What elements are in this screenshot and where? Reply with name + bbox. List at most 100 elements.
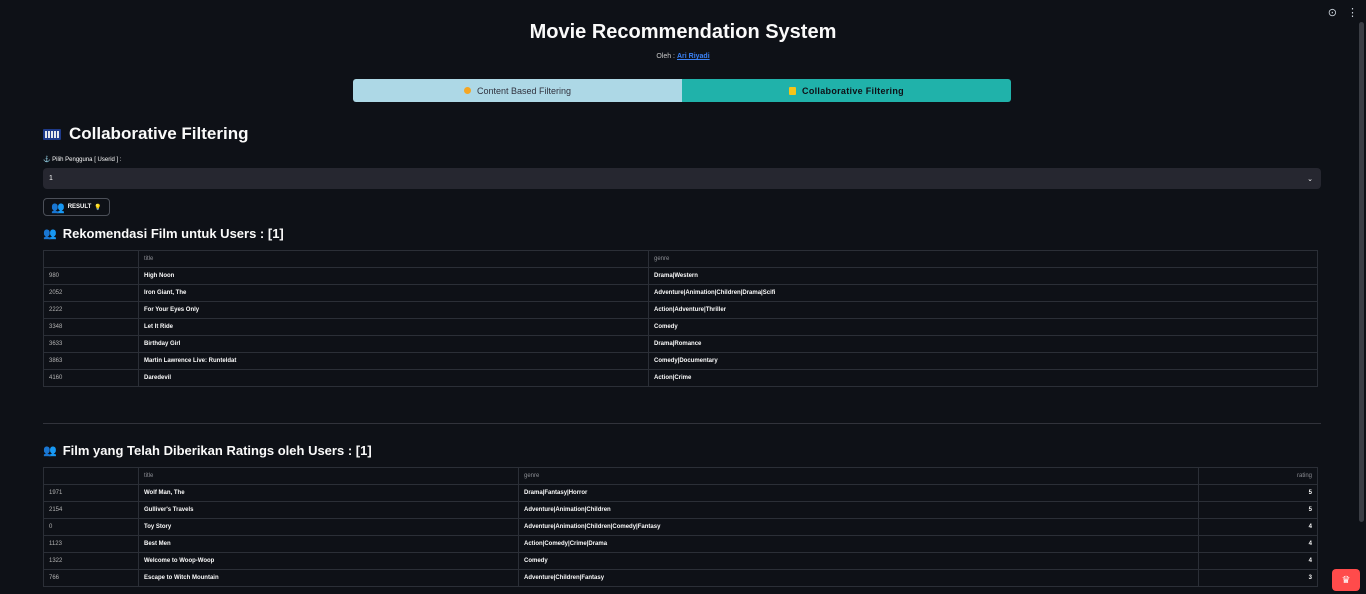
table-cell[interactable]: Wolf Man, The [138,484,519,502]
row-index[interactable]: 1322 [43,552,139,570]
column-header[interactable]: title [138,467,519,485]
table-cell[interactable]: Welcome to Woop-Woop [138,552,519,570]
author-link[interactable]: Ari Riyadi [677,53,710,60]
user-select-value: 1 [49,175,53,182]
row-index[interactable]: 0 [43,518,139,536]
select-label: ⚓ Pilih Pengguna [ Userid ] : [43,156,1321,163]
table-cell[interactable]: Drama|Western [648,267,1318,285]
row-index[interactable]: 766 [43,569,139,587]
table-row: 2154 Gulliver's Travels Adventure|Animatio… [43,501,1318,519]
table-cell[interactable]: Comedy|Documentary [648,352,1318,370]
tab-label: Content Based Filtering [476,85,572,96]
table-cell[interactable]: 5 [1198,484,1318,502]
select-label-text: Pilih Pengguna [ Userid ] : [52,157,122,163]
page-title: Movie Recommendation System [529,21,837,43]
menu-icon[interactable]: ⋮ [1347,6,1358,19]
users-icon: 👥 [43,228,57,240]
table-row: 1322 Welcome to Woop-Woop Comedy 4 [43,552,1318,570]
table-cell[interactable]: Action|Crime [648,369,1318,387]
table-cell[interactable]: Let It Ride [138,318,649,336]
rated-table: title genre rating 1971 Wolf Man, The Drama|… [43,467,1318,587]
table-cell[interactable]: 3 [1198,569,1318,587]
chevron-down-icon: ⌄ [1307,175,1313,183]
table-cell[interactable]: Comedy [518,552,1199,570]
table-cell[interactable]: Iron Giant, The [138,284,649,302]
table-row: 1123 Best Men Action|Comedy|Crime|Drama 4 [43,535,1318,553]
table-cell[interactable]: Gulliver's Travels [138,501,519,519]
column-header[interactable]: rating [1198,467,1318,485]
table-cell[interactable]: Drama|Fantasy|Horror [518,484,1199,502]
table-cell[interactable]: For Your Eyes Only [138,301,649,319]
main-content: Collaborative Filtering ⚓ Pilih Pengguna… [43,120,1321,387]
result-button[interactable]: 👥 RESULT 💡 [43,198,110,216]
table-row: 980 High Noon Drama|Western [43,267,1318,285]
row-index[interactable]: 3348 [43,318,139,336]
column-header[interactable] [43,250,139,268]
film-icon [43,128,61,140]
column-header[interactable]: genre [518,467,1199,485]
table-cell[interactable]: 5 [1198,501,1318,519]
rated-title-text: Film yang Telah Diberikan Ratings oleh U… [62,443,372,458]
table-cell[interactable]: Daredevil [138,369,649,387]
table-cell[interactable]: 4 [1198,535,1318,553]
recommendations-title-text: Rekomendasi Film untuk Users : [1] [62,226,284,241]
crown-icon[interactable]: ♛ [1332,569,1360,591]
section-divider [43,423,1321,424]
scrollbar[interactable] [1359,22,1364,522]
row-index[interactable]: 1971 [43,484,139,502]
users-icon: 👥 [43,445,57,457]
book-icon [789,86,797,95]
table-cell[interactable]: 4 [1198,518,1318,536]
github-icon[interactable]: ⊙ [1328,6,1337,19]
section-title-text: Collaborative Filtering [69,124,249,143]
table-cell[interactable]: 4 [1198,552,1318,570]
row-index[interactable]: 980 [43,267,139,285]
table-cell[interactable]: Best Men [138,535,519,553]
table-cell[interactable]: Action|Adventure|Thriller [648,301,1318,319]
table-row: 3348 Let It Ride Comedy [43,318,1318,336]
users-icon: 👥 [51,201,65,214]
row-index[interactable]: 4160 [43,369,139,387]
byline: Oleh : Ari Riyadi [0,53,1366,60]
column-header[interactable] [43,467,139,485]
tab-collaborative[interactable]: Collaborative Filtering [682,79,1011,102]
page-header: Movie Recommendation System Oleh : Ari R… [0,0,1366,60]
tab-content-based[interactable]: Content Based Filtering [353,79,682,102]
rated-section: 👥 Film yang Telah Diberikan Ratings oleh… [43,443,1321,587]
recommendations-table: title genre 980 High Noon Drama|Western 2052… [43,250,1318,387]
byline-prefix: Oleh : [656,53,676,60]
table-cell[interactable]: High Noon [138,267,649,285]
table-cell[interactable]: Comedy [648,318,1318,336]
recommendations-title: 👥 Rekomendasi Film untuk Users : [1] [43,226,1321,241]
table-cell[interactable]: Martin Lawrence Live: Runteldat [138,352,649,370]
table-cell[interactable]: Adventure|Animation|Children [518,501,1199,519]
row-index[interactable]: 2052 [43,284,139,302]
anchor-icon: ⚓ [43,157,51,163]
rated-title: 👥 Film yang Telah Diberikan Ratings oleh… [43,443,1321,458]
result-button-label: RESULT [67,204,92,210]
table-row: 3633 Birthday Girl Drama|Romance [43,335,1318,353]
row-index[interactable]: 1123 [43,535,139,553]
lightbulb-icon: 💡 [94,204,102,211]
table-cell[interactable]: Birthday Girl [138,335,649,353]
section-title: Collaborative Filtering [43,124,1321,144]
column-header[interactable]: title [138,250,649,268]
row-index[interactable]: 2154 [43,501,139,519]
table-cell[interactable]: Toy Story [138,518,519,536]
row-index[interactable]: 3633 [43,335,139,353]
table-cell[interactable]: Action|Comedy|Crime|Drama [518,535,1199,553]
table-row: 4160 Daredevil Action|Crime [43,369,1318,387]
table-cell[interactable]: Drama|Romance [648,335,1318,353]
user-select[interactable]: 1 ⌄ [43,168,1321,189]
table-cell[interactable]: Adventure|Animation|Children|Comedy|Fant… [518,518,1199,536]
row-index[interactable]: 2222 [43,301,139,319]
table-cell[interactable]: Escape to Witch Mountain [138,569,519,587]
table-cell[interactable]: Adventure|Children|Fantasy [518,569,1199,587]
table-row: 3863 Martin Lawrence Live: Runteldat Comed… [43,352,1318,370]
filter-tabs: Content Based Filtering Collaborative Fi… [353,79,1011,102]
column-header[interactable]: genre [648,250,1318,268]
table-row: 0 Toy Story Adventure|Animation|Children|C… [43,518,1318,536]
table-cell[interactable]: Adventure|Animation|Children|Drama|Scifi [648,284,1318,302]
table-row: 1971 Wolf Man, The Drama|Fantasy|Horror 5 [43,484,1318,502]
row-index[interactable]: 3863 [43,352,139,370]
